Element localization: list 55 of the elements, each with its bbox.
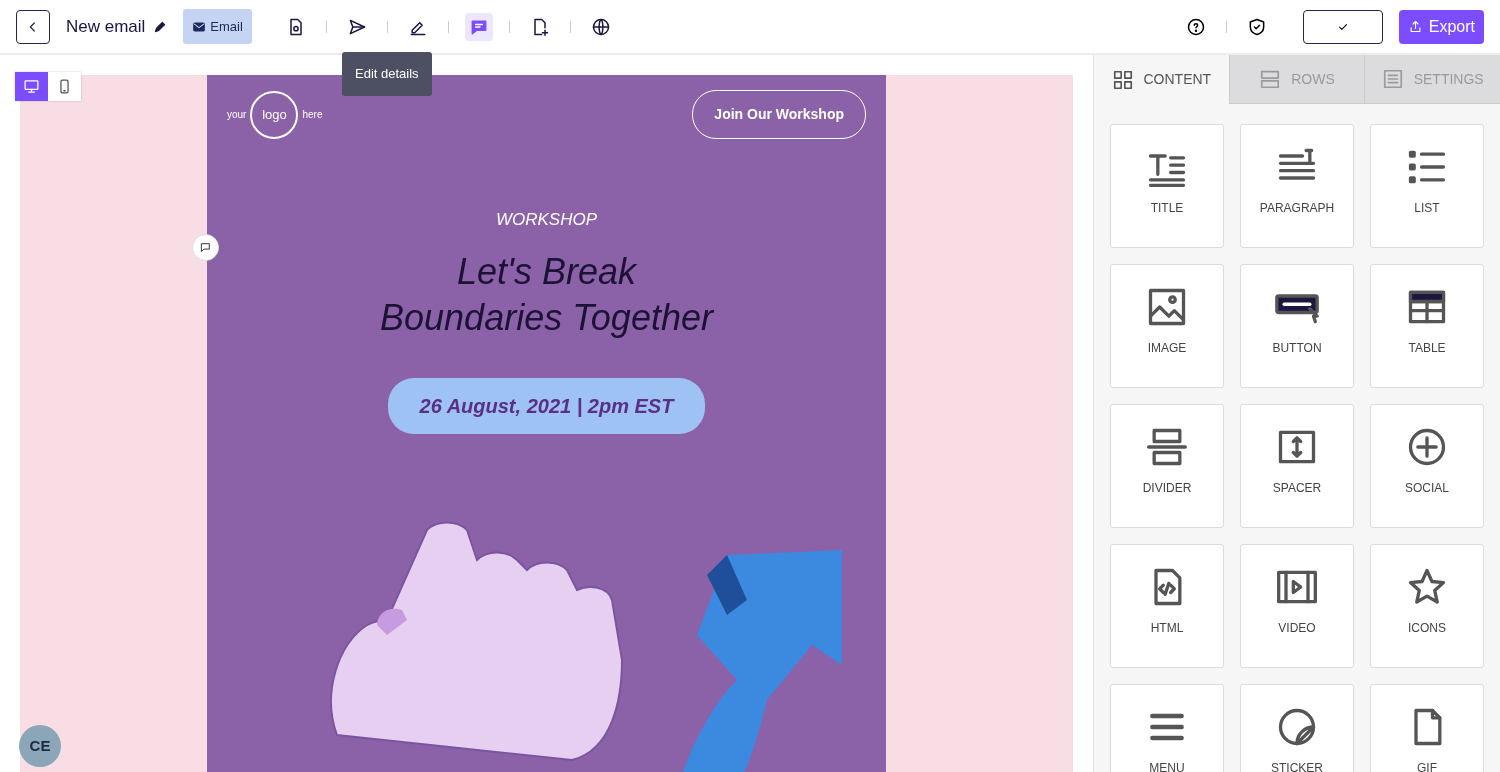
block-label: PARAGRAPH — [1259, 200, 1335, 217]
content-block-tile[interactable]: MENU — [1110, 684, 1224, 772]
back-button[interactable] — [16, 9, 50, 44]
globe-icon — [590, 16, 611, 37]
block-label: STICKER — [1271, 760, 1323, 772]
logo-text: logo — [250, 90, 299, 139]
mobile-view-button[interactable] — [48, 72, 81, 101]
content-block-tile[interactable]: LIST — [1370, 124, 1484, 248]
tooltip: Edit details — [342, 52, 432, 96]
content-block-tile[interactable]: SOCIAL — [1370, 404, 1484, 528]
block-label: GIF — [1417, 760, 1437, 772]
export-button[interactable]: Export — [1398, 9, 1484, 44]
speech-bubble-icon — [199, 241, 212, 254]
help-icon — [1185, 16, 1206, 37]
content-block-tile[interactable]: ICONS — [1370, 544, 1484, 668]
block-label: MENU — [1149, 760, 1185, 772]
block-label: TABLE — [1408, 340, 1446, 357]
block-label: BUTTON — [1272, 340, 1322, 357]
email-type-badge[interactable]: Email — [183, 8, 252, 45]
content-block-tile[interactable]: BUTTON — [1240, 264, 1354, 388]
content-block-tile[interactable]: VIDEO — [1240, 544, 1354, 668]
block-label: HTML — [1150, 620, 1184, 637]
monitor-icon — [23, 78, 40, 95]
block-label: TITLE — [1150, 200, 1184, 217]
confirm-button[interactable] — [1302, 9, 1383, 44]
block-label: ICONS — [1408, 620, 1446, 637]
content-block-tile[interactable]: DIVIDER — [1110, 404, 1224, 528]
join-workshop-button[interactable]: Join Our Workshop — [692, 90, 866, 139]
upload-icon — [1407, 19, 1423, 34]
block-label: DIVIDER — [1142, 480, 1192, 497]
block-label: SPACER — [1272, 480, 1322, 497]
desktop-view-button[interactable] — [15, 72, 48, 101]
block-label: SOCIAL — [1405, 480, 1449, 497]
grid-icon — [1111, 68, 1134, 91]
content-block-tile[interactable]: SPACER — [1240, 404, 1354, 528]
content-block-tile[interactable]: TITLE — [1110, 124, 1224, 248]
date-banner: 26 August, 2021 | 2pm EST — [387, 378, 706, 435]
block-label: LIST — [1414, 200, 1440, 217]
content-block-tile[interactable]: GIF — [1370, 684, 1484, 772]
content-block-tile[interactable]: PARAGRAPH — [1240, 124, 1354, 248]
headline: Let's Break Boundaries Together — [380, 249, 713, 341]
eyebrow-text: WORKSHOP — [495, 209, 598, 231]
email-title: New email — [66, 15, 146, 38]
logo-text: here — [302, 108, 323, 122]
envelope-icon — [192, 19, 207, 34]
document-icon — [1381, 68, 1404, 90]
content-block-tile[interactable]: IMAGE — [1110, 264, 1224, 388]
content-block-tile[interactable]: HTML — [1110, 544, 1224, 668]
content-block-tile[interactable]: TABLE — [1370, 264, 1484, 388]
block-label: VIDEO — [1278, 620, 1316, 637]
rows-icon — [1259, 68, 1282, 90]
pencil-icon — [153, 19, 168, 34]
content-block-tile[interactable]: STICKER — [1240, 684, 1354, 772]
logo-text: your — [227, 108, 247, 122]
block-label: IMAGE — [1147, 340, 1187, 357]
